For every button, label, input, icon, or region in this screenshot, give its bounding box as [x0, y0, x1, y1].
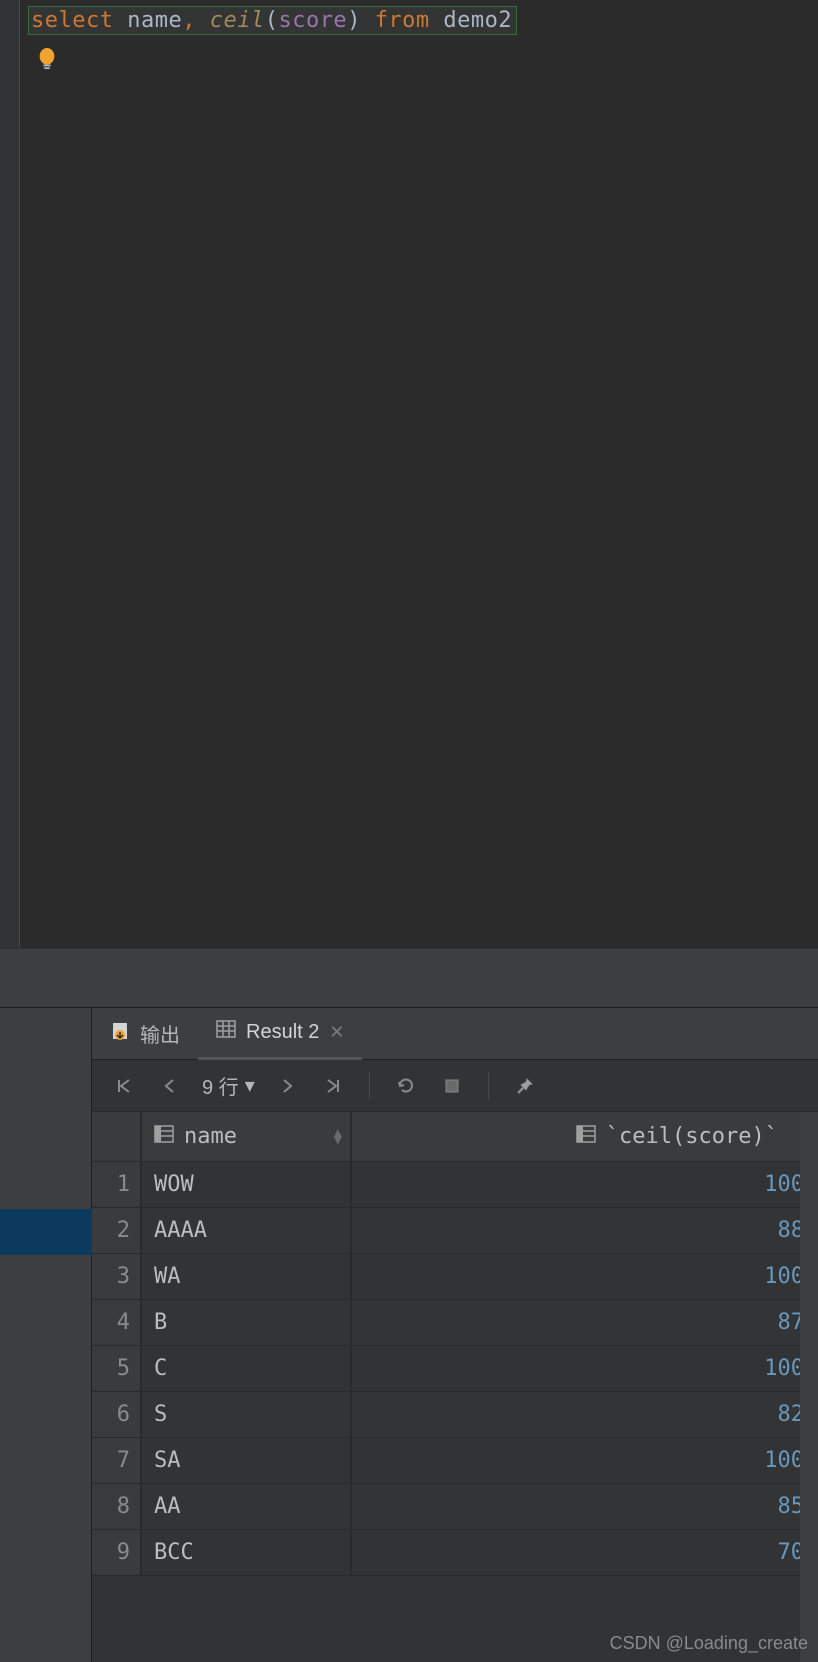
toolbar-separator: [369, 1072, 370, 1100]
table-row[interactable]: 3WA100: [92, 1254, 818, 1300]
row-number[interactable]: 6: [92, 1392, 142, 1437]
refresh-button[interactable]: [392, 1072, 420, 1100]
sql-statement[interactable]: select name, ceil(score) from demo2: [28, 6, 517, 35]
cell-name[interactable]: C: [142, 1346, 352, 1391]
results-toolbar: 9 行 ▾: [92, 1060, 818, 1112]
first-page-button[interactable]: [110, 1072, 138, 1100]
results-pane: 输出 Result 2 ✕ 9 行 ▾ name: [0, 1008, 818, 1662]
selected-row-indicator: [0, 1209, 92, 1255]
table-row[interactable]: 4B87: [92, 1300, 818, 1346]
cell-ceil[interactable]: 100: [352, 1346, 818, 1391]
next-page-button[interactable]: [273, 1072, 301, 1100]
sort-icon[interactable]: ▲▼: [334, 1130, 342, 1144]
sql-editor[interactable]: select name, ceil(score) from demo2: [0, 0, 818, 948]
vertical-scrollbar[interactable]: [800, 1112, 818, 1662]
table-row[interactable]: 2AAAA88: [92, 1208, 818, 1254]
cell-name[interactable]: BCC: [142, 1530, 352, 1575]
cell-name[interactable]: AAAA: [142, 1208, 352, 1253]
stop-button[interactable]: [438, 1072, 466, 1100]
keyword-select: select: [31, 8, 113, 33]
table-header-row: name ▲▼ `ceil(score)` ▲▼: [92, 1112, 818, 1162]
cell-ceil[interactable]: 88: [352, 1208, 818, 1253]
cell-ceil[interactable]: 100: [352, 1254, 818, 1299]
lightbulb-icon[interactable]: [36, 46, 58, 72]
last-page-button[interactable]: [319, 1072, 347, 1100]
column-icon: [154, 1124, 174, 1149]
function-ceil: ceil: [210, 8, 265, 33]
results-left-gutter: [0, 1008, 92, 1662]
cell-name[interactable]: WOW: [142, 1162, 352, 1207]
row-count-dropdown[interactable]: 9 行 ▾: [202, 1071, 255, 1100]
rparen: ): [347, 8, 361, 33]
cell-ceil[interactable]: 70: [352, 1530, 818, 1575]
keyword-from: from: [375, 8, 430, 33]
editor-gutter: [0, 0, 20, 948]
table-icon: [216, 1020, 236, 1044]
column-name-label: name: [184, 1124, 237, 1149]
table-name: demo2: [443, 8, 512, 33]
cell-name[interactable]: AA: [142, 1484, 352, 1529]
cell-name[interactable]: WA: [142, 1254, 352, 1299]
pane-splitter[interactable]: [0, 948, 818, 1008]
identifier-name: name: [127, 8, 182, 33]
table-row[interactable]: 5C100: [92, 1346, 818, 1392]
row-number-header[interactable]: [92, 1112, 142, 1161]
results-tab-bar: 输出 Result 2 ✕: [92, 1008, 818, 1060]
column-ceil-label: `ceil(score)`: [606, 1124, 778, 1149]
result-table: name ▲▼ `ceil(score)` ▲▼ 1WOW1002AAAA883…: [92, 1112, 818, 1662]
table-row[interactable]: 1WOW100: [92, 1162, 818, 1208]
row-count-label: 9 行: [202, 1071, 239, 1100]
watermark: CSDN @Loading_create: [610, 1633, 808, 1654]
row-number[interactable]: 8: [92, 1484, 142, 1529]
tab-output-label: 输出: [140, 1019, 180, 1048]
table-row[interactable]: 6S82: [92, 1392, 818, 1438]
cell-ceil[interactable]: 82: [352, 1392, 818, 1437]
row-number[interactable]: 4: [92, 1300, 142, 1345]
column-icon: [576, 1124, 596, 1149]
table-row[interactable]: 9BCC70: [92, 1530, 818, 1576]
tab-result-label: Result 2: [246, 1021, 319, 1044]
row-number[interactable]: 1: [92, 1162, 142, 1207]
table-row[interactable]: 7SA100: [92, 1438, 818, 1484]
table-row[interactable]: 8AA85: [92, 1484, 818, 1530]
lparen: (: [265, 8, 279, 33]
tab-result[interactable]: Result 2 ✕: [198, 1008, 362, 1060]
prev-page-button[interactable]: [156, 1072, 184, 1100]
tab-output[interactable]: 输出: [92, 1008, 198, 1060]
column-header-name[interactable]: name ▲▼: [142, 1112, 352, 1161]
row-number[interactable]: 9: [92, 1530, 142, 1575]
column-header-ceil[interactable]: `ceil(score)` ▲▼: [352, 1112, 818, 1161]
cell-ceil[interactable]: 85: [352, 1484, 818, 1529]
chevron-down-icon: ▾: [245, 1073, 255, 1098]
cell-ceil[interactable]: 100: [352, 1162, 818, 1207]
close-icon[interactable]: ✕: [329, 1022, 344, 1043]
row-number[interactable]: 2: [92, 1208, 142, 1253]
row-number[interactable]: 3: [92, 1254, 142, 1299]
row-number[interactable]: 5: [92, 1346, 142, 1391]
row-number[interactable]: 7: [92, 1438, 142, 1483]
cell-ceil[interactable]: 87: [352, 1300, 818, 1345]
cell-name[interactable]: S: [142, 1392, 352, 1437]
pin-button[interactable]: [511, 1072, 539, 1100]
cell-name[interactable]: SA: [142, 1438, 352, 1483]
argument-score: score: [278, 8, 347, 33]
toolbar-separator: [488, 1072, 489, 1100]
output-icon: [110, 1021, 130, 1047]
cell-ceil[interactable]: 100: [352, 1438, 818, 1483]
cell-name[interactable]: B: [142, 1300, 352, 1345]
comma: ,: [182, 8, 196, 33]
